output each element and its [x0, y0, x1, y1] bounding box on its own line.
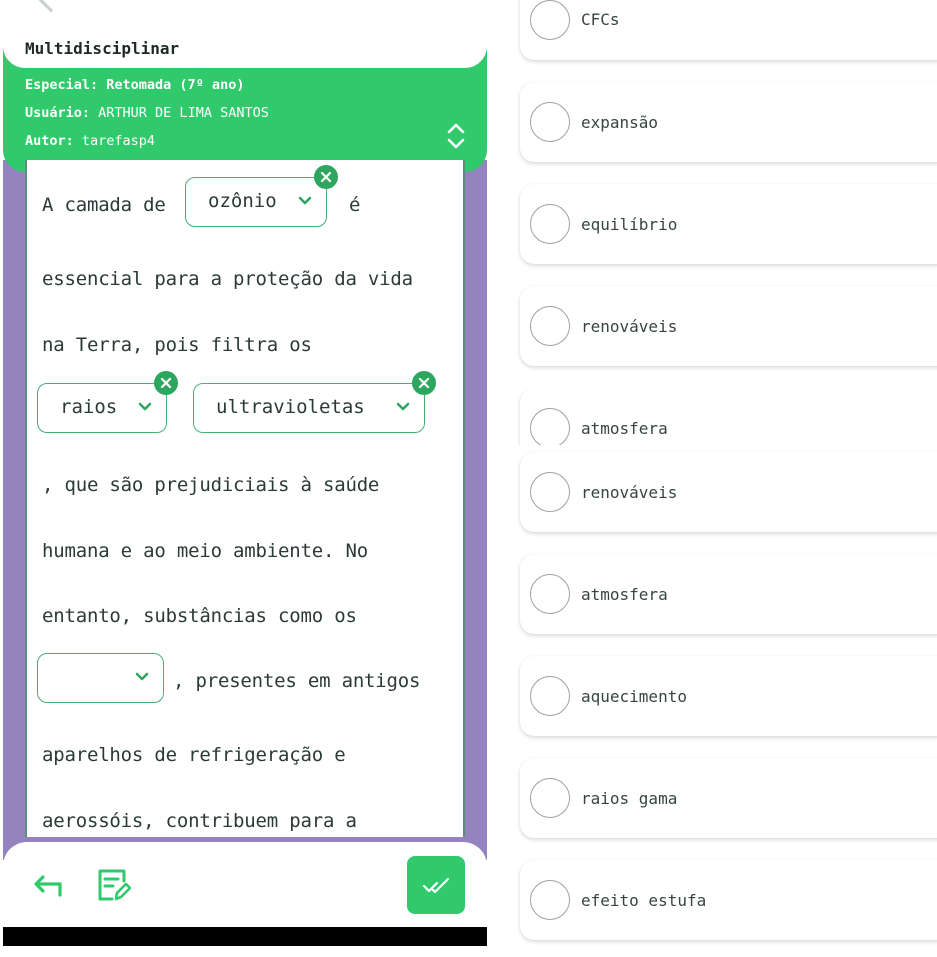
option-item[interactable]: aquecimento [520, 656, 937, 736]
radio-button[interactable] [530, 574, 570, 614]
passage-text: , que são prejudiciais à saúde [42, 474, 380, 496]
passage-text: essencial para a proteção da vida [42, 268, 413, 290]
option-item[interactable]: raios gama [520, 758, 937, 838]
blank-dropdown-4[interactable] [37, 653, 164, 703]
option-item[interactable]: efeito estufa [520, 860, 937, 940]
back-chevron-icon[interactable] [35, 0, 67, 13]
radio-button[interactable] [530, 204, 570, 244]
option-item[interactable]: renováveis [520, 286, 937, 366]
radio-button[interactable] [530, 472, 570, 512]
passage-text: humana e ao meio ambiente. No [42, 540, 368, 562]
chevron-down-icon [135, 672, 149, 681]
usuario-value: ARTHUR DE LIMA SANTOS [90, 105, 269, 121]
fill-in-blank-passage: A camada de ozônio é essencial para a pr… [25, 160, 465, 837]
arrow-return-icon[interactable] [31, 868, 65, 902]
autor-label: Autor: [25, 133, 74, 149]
passage-text: aparelhos de refrigeração e [42, 744, 346, 766]
edit-list-icon[interactable] [95, 866, 131, 904]
chevron-down-icon [298, 196, 312, 205]
option-label: equilíbrio [581, 215, 678, 234]
passage-text: aerossóis, contribuem para a [42, 810, 357, 832]
blank-value: ozônio [208, 190, 277, 212]
blank-value: ultravioletas [216, 396, 365, 418]
system-navigation-bar [3, 927, 487, 946]
passage-text: , presentes em antigos [173, 670, 421, 692]
blank-value: raios [60, 396, 118, 418]
especial-info: Especial: Retomada (7º ano) [25, 77, 245, 93]
chevron-down-icon [138, 402, 152, 411]
option-item[interactable]: expansão [520, 82, 937, 162]
blank-dropdown-3[interactable]: ultravioletas [193, 371, 436, 433]
passage-text: entanto, substâncias como os [42, 605, 357, 627]
question-pane: Multidisciplinar Especial: Retomada (7º … [0, 0, 490, 957]
radio-button[interactable] [530, 102, 570, 142]
autor-value: tarefasp4 [73, 133, 156, 149]
option-item[interactable]: equilíbrio [520, 184, 937, 264]
autor-info: Autor: tarefasp4 [25, 133, 155, 149]
option-label: atmosfera [581, 585, 668, 604]
radio-button[interactable] [530, 306, 570, 346]
passage-text: é [349, 194, 361, 216]
radio-button[interactable] [530, 880, 570, 920]
option-label: renováveis [581, 317, 678, 336]
option-item[interactable]: atmosfera [520, 554, 937, 634]
option-label: efeito estufa [581, 891, 707, 910]
task-header: Multidisciplinar Especial: Retomada (7º … [3, 30, 487, 172]
passage-text: A camada de [42, 194, 166, 216]
close-circle-icon[interactable] [412, 371, 436, 395]
usuario-label: Usuário: [25, 105, 91, 121]
option-item[interactable]: renováveis [520, 452, 937, 532]
option-label: aquecimento [581, 687, 687, 706]
chevron-up-down-icon[interactable] [443, 120, 469, 152]
bottom-action-bar [3, 842, 487, 932]
option-label: renováveis [581, 483, 678, 502]
option-label: atmosfera [581, 419, 668, 438]
blank-dropdown-1[interactable]: ozônio [185, 165, 338, 227]
page-title: Multidisciplinar [25, 39, 180, 58]
blank-dropdown-2[interactable]: raios [37, 371, 178, 433]
option-label: expansão [581, 113, 659, 132]
radio-button[interactable] [530, 778, 570, 818]
close-circle-icon[interactable] [314, 165, 338, 189]
option-item[interactable]: CFCs [520, 0, 937, 60]
radio-button[interactable] [530, 676, 570, 716]
header-title-bar: Multidisciplinar [3, 30, 487, 68]
option-label: raios gama [581, 789, 678, 808]
submit-answer-button[interactable] [407, 856, 465, 914]
radio-button[interactable] [530, 408, 570, 445]
double-check-icon [422, 877, 450, 894]
passage-text: na Terra, pois filtra os [42, 334, 312, 356]
options-pane: CFCs expansão equilíbrio renováveis atmo… [490, 0, 937, 957]
option-clip: atmosfera [490, 388, 937, 445]
usuario-info: Usuário: ARTHUR DE LIMA SANTOS [25, 105, 269, 121]
option-item[interactable]: atmosfera [520, 388, 937, 445]
chevron-down-icon [396, 402, 410, 411]
top-app-bar [0, 0, 490, 34]
radio-button[interactable] [530, 0, 570, 40]
close-circle-icon[interactable] [154, 371, 178, 395]
option-label: CFCs [581, 10, 620, 29]
